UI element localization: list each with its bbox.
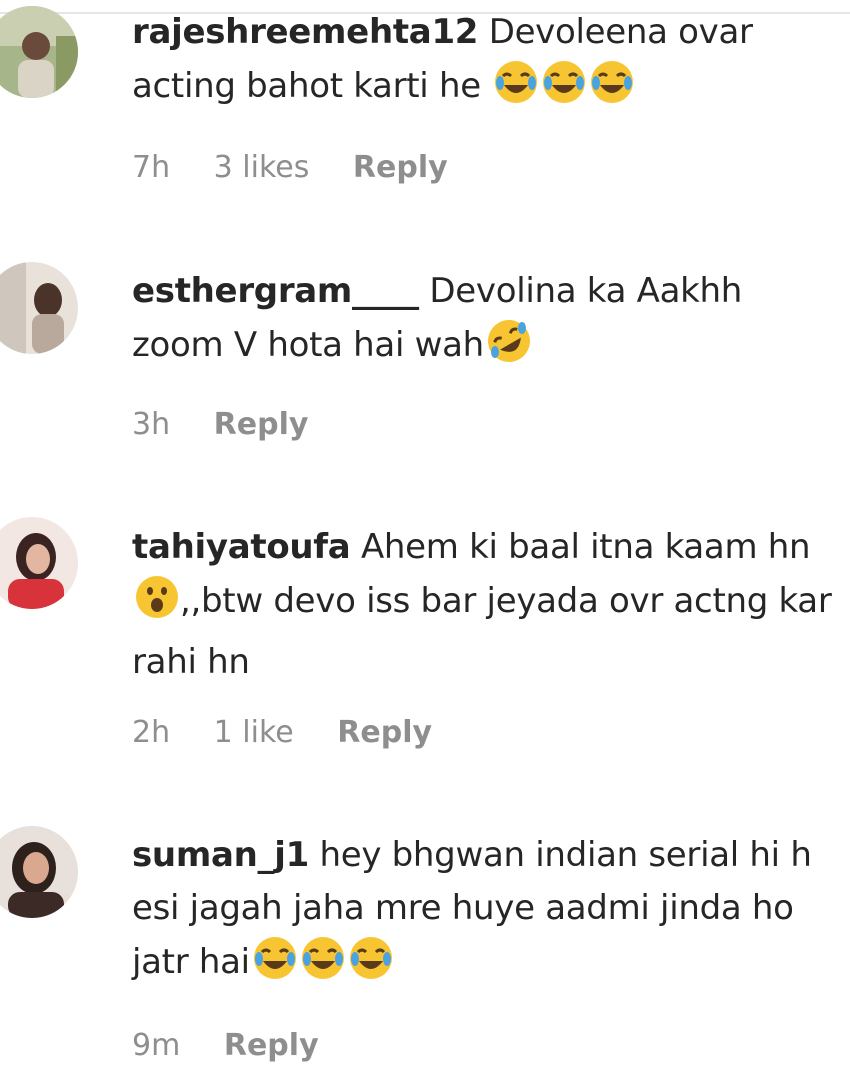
comment-text: esthergram____ Devolina ka Aakhh zoom V …: [132, 265, 832, 380]
comment-meta: 9m Reply: [132, 1028, 353, 1063]
reply-button[interactable]: Reply: [214, 407, 309, 442]
likes-count[interactable]: 3 likes: [214, 150, 310, 185]
comment-meta: 3h Reply: [132, 407, 342, 442]
comment-body-part1: Ahem ki baal itna kaam hn: [360, 527, 811, 567]
comment-text: rajeshreemehta12 Devoleena ovar acting b…: [132, 6, 832, 121]
reply-button[interactable]: Reply: [337, 715, 432, 750]
likes-count[interactable]: 1 like: [214, 715, 294, 750]
username-link[interactable]: rajeshreemehta12: [132, 12, 478, 52]
rolling-on-the-floor-laughing-icon: [486, 318, 532, 380]
username-link[interactable]: tahiyatoufa: [132, 527, 351, 567]
face-with-tears-of-joy-icon: [493, 59, 539, 121]
comment-text: suman_j1 hey bhgwan indian serial hi h e…: [132, 829, 832, 997]
reply-button[interactable]: Reply: [224, 1028, 319, 1063]
reply-button[interactable]: Reply: [353, 150, 448, 185]
face-with-tears-of-joy-icon: [589, 59, 635, 121]
face-with-tears-of-joy-icon: [300, 935, 346, 997]
comment-time: 2h: [132, 715, 171, 750]
face-with-tears-of-joy-icon: [252, 935, 298, 997]
avatar[interactable]: [0, 517, 78, 609]
face-with-open-mouth-icon: [134, 574, 180, 636]
username-link[interactable]: esthergram____: [132, 271, 419, 311]
avatar[interactable]: [0, 262, 78, 354]
face-with-tears-of-joy-icon: [348, 935, 394, 997]
comment-time: 3h: [132, 407, 171, 442]
comment-text: tahiyatoufa Ahem ki baal itna kaam hn ,,…: [132, 521, 832, 689]
comment-body-part2: ,,btw devo iss bar jeyada ovr actng kar …: [132, 581, 832, 682]
face-with-tears-of-joy-icon: [541, 59, 587, 121]
comment-time: 7h: [132, 150, 171, 185]
comment-time: 9m: [132, 1028, 181, 1063]
username-link[interactable]: suman_j1: [132, 835, 309, 875]
comment-meta: 7h 3 likes Reply: [132, 150, 482, 185]
avatar[interactable]: [0, 6, 78, 98]
comment-meta: 2h 1 like Reply: [132, 715, 466, 750]
avatar[interactable]: [0, 826, 78, 918]
